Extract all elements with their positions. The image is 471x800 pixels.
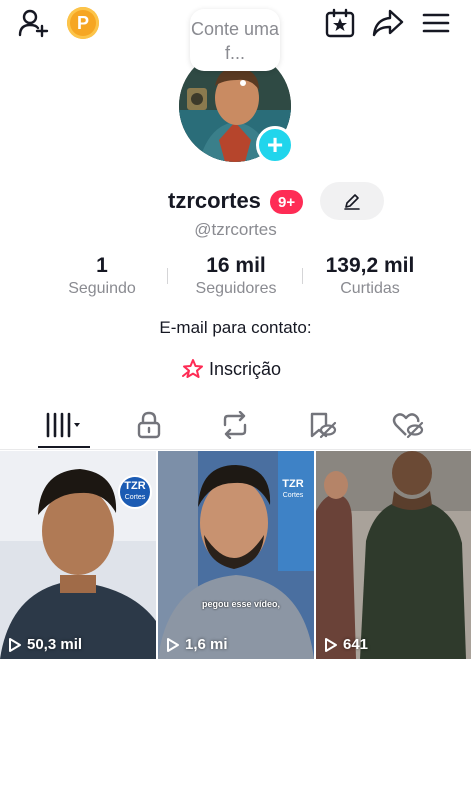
- tab-private[interactable]: [102, 402, 196, 448]
- play-icon: [9, 637, 21, 652]
- stat-value: 139,2 mil: [325, 254, 415, 277]
- video-thumbnail-3[interactable]: 641: [316, 451, 471, 659]
- profile-tabs: [0, 402, 471, 450]
- pencil-icon: [344, 194, 360, 210]
- tab-liked[interactable]: [361, 402, 455, 448]
- video-grid: TZR Cortes 50,3 mil TZR Cortes pegou esse …: [0, 451, 471, 659]
- view-count: 1,6 mi: [166, 636, 228, 653]
- channel-logo: TZR Cortes: [276, 473, 310, 507]
- bookmark-hidden-icon: [310, 412, 337, 439]
- logo-text: TZR: [282, 478, 304, 490]
- add-photo-button[interactable]: +: [256, 126, 294, 164]
- liked-hidden-icon: [392, 413, 424, 439]
- videos-grid-icon: [46, 412, 80, 438]
- logo-subtext: Cortes: [282, 492, 304, 499]
- video-thumbnail-1[interactable]: TZR Cortes 50,3 mil: [0, 451, 156, 659]
- note-dot: [240, 80, 246, 86]
- view-count-text: 641: [343, 636, 369, 653]
- stat-label: Seguindo: [68, 280, 136, 297]
- stat-value: 16 mil: [206, 254, 266, 277]
- active-tab-indicator: [38, 446, 90, 448]
- subscription-label: Inscrição: [209, 358, 282, 379]
- play-icon: [325, 637, 337, 652]
- notification-badge[interactable]: 9+: [270, 190, 304, 214]
- name-row: tzrcortes 9+: [0, 182, 471, 220]
- calendar-star-icon[interactable]: [322, 5, 358, 41]
- profile-note-bubble[interactable]: Conte uma f...: [190, 9, 280, 71]
- note-text: Conte uma f...: [190, 19, 280, 63]
- stat-divider: [302, 268, 303, 284]
- repost-icon: [223, 411, 247, 439]
- tab-videos[interactable]: [17, 402, 111, 448]
- logo-text: TZR: [124, 480, 146, 492]
- stat-followers[interactable]: 16 mil Seguidores: [180, 254, 292, 298]
- contact-email-link[interactable]: E-mail para contato:: [0, 318, 471, 338]
- stat-label: Seguidores: [195, 280, 277, 297]
- username: tzrcortes: [168, 188, 261, 213]
- profile-stats: 1 Seguindo 16 mil Seguidores 139,2 mil C…: [0, 254, 471, 304]
- tab-reposts[interactable]: [188, 402, 282, 448]
- person-plus-icon[interactable]: [16, 6, 52, 40]
- stat-following[interactable]: 1 Seguindo: [52, 254, 152, 298]
- view-count: 50,3 mil: [8, 636, 82, 653]
- video-thumbnail-image: [316, 451, 471, 659]
- stat-value: 1: [96, 254, 108, 277]
- edit-profile-button[interactable]: [320, 182, 384, 220]
- hamburger-menu-icon[interactable]: [419, 7, 453, 39]
- lock-icon: [137, 411, 161, 439]
- stat-label: Curtidas: [340, 280, 400, 297]
- video-thumbnail-2[interactable]: TZR Cortes pegou esse vídeo, 1,6 mi: [158, 451, 314, 659]
- stat-divider: [167, 268, 168, 284]
- view-count-text: 50,3 mil: [27, 636, 83, 653]
- play-icon: [167, 637, 179, 652]
- points-letter: P: [76, 12, 89, 33]
- stat-likes[interactable]: 139,2 mil Curtidas: [314, 254, 426, 298]
- share-arrow-icon[interactable]: [370, 5, 406, 41]
- plus-icon: +: [266, 129, 284, 160]
- tab-favorites[interactable]: [275, 402, 369, 448]
- user-handle: @tzrcortes: [194, 220, 277, 239]
- view-count-text: 1,6 mi: [185, 636, 228, 653]
- subscription-link[interactable]: Inscrição: [182, 356, 281, 382]
- subscription-star-icon: [182, 359, 203, 378]
- logo-subtext: Cortes: [124, 494, 146, 501]
- points-coin-icon[interactable]: P: [67, 7, 99, 39]
- view-count: 641: [324, 636, 368, 653]
- video-caption: pegou esse vídeo,: [202, 599, 281, 609]
- channel-logo: TZR Cortes: [118, 475, 152, 509]
